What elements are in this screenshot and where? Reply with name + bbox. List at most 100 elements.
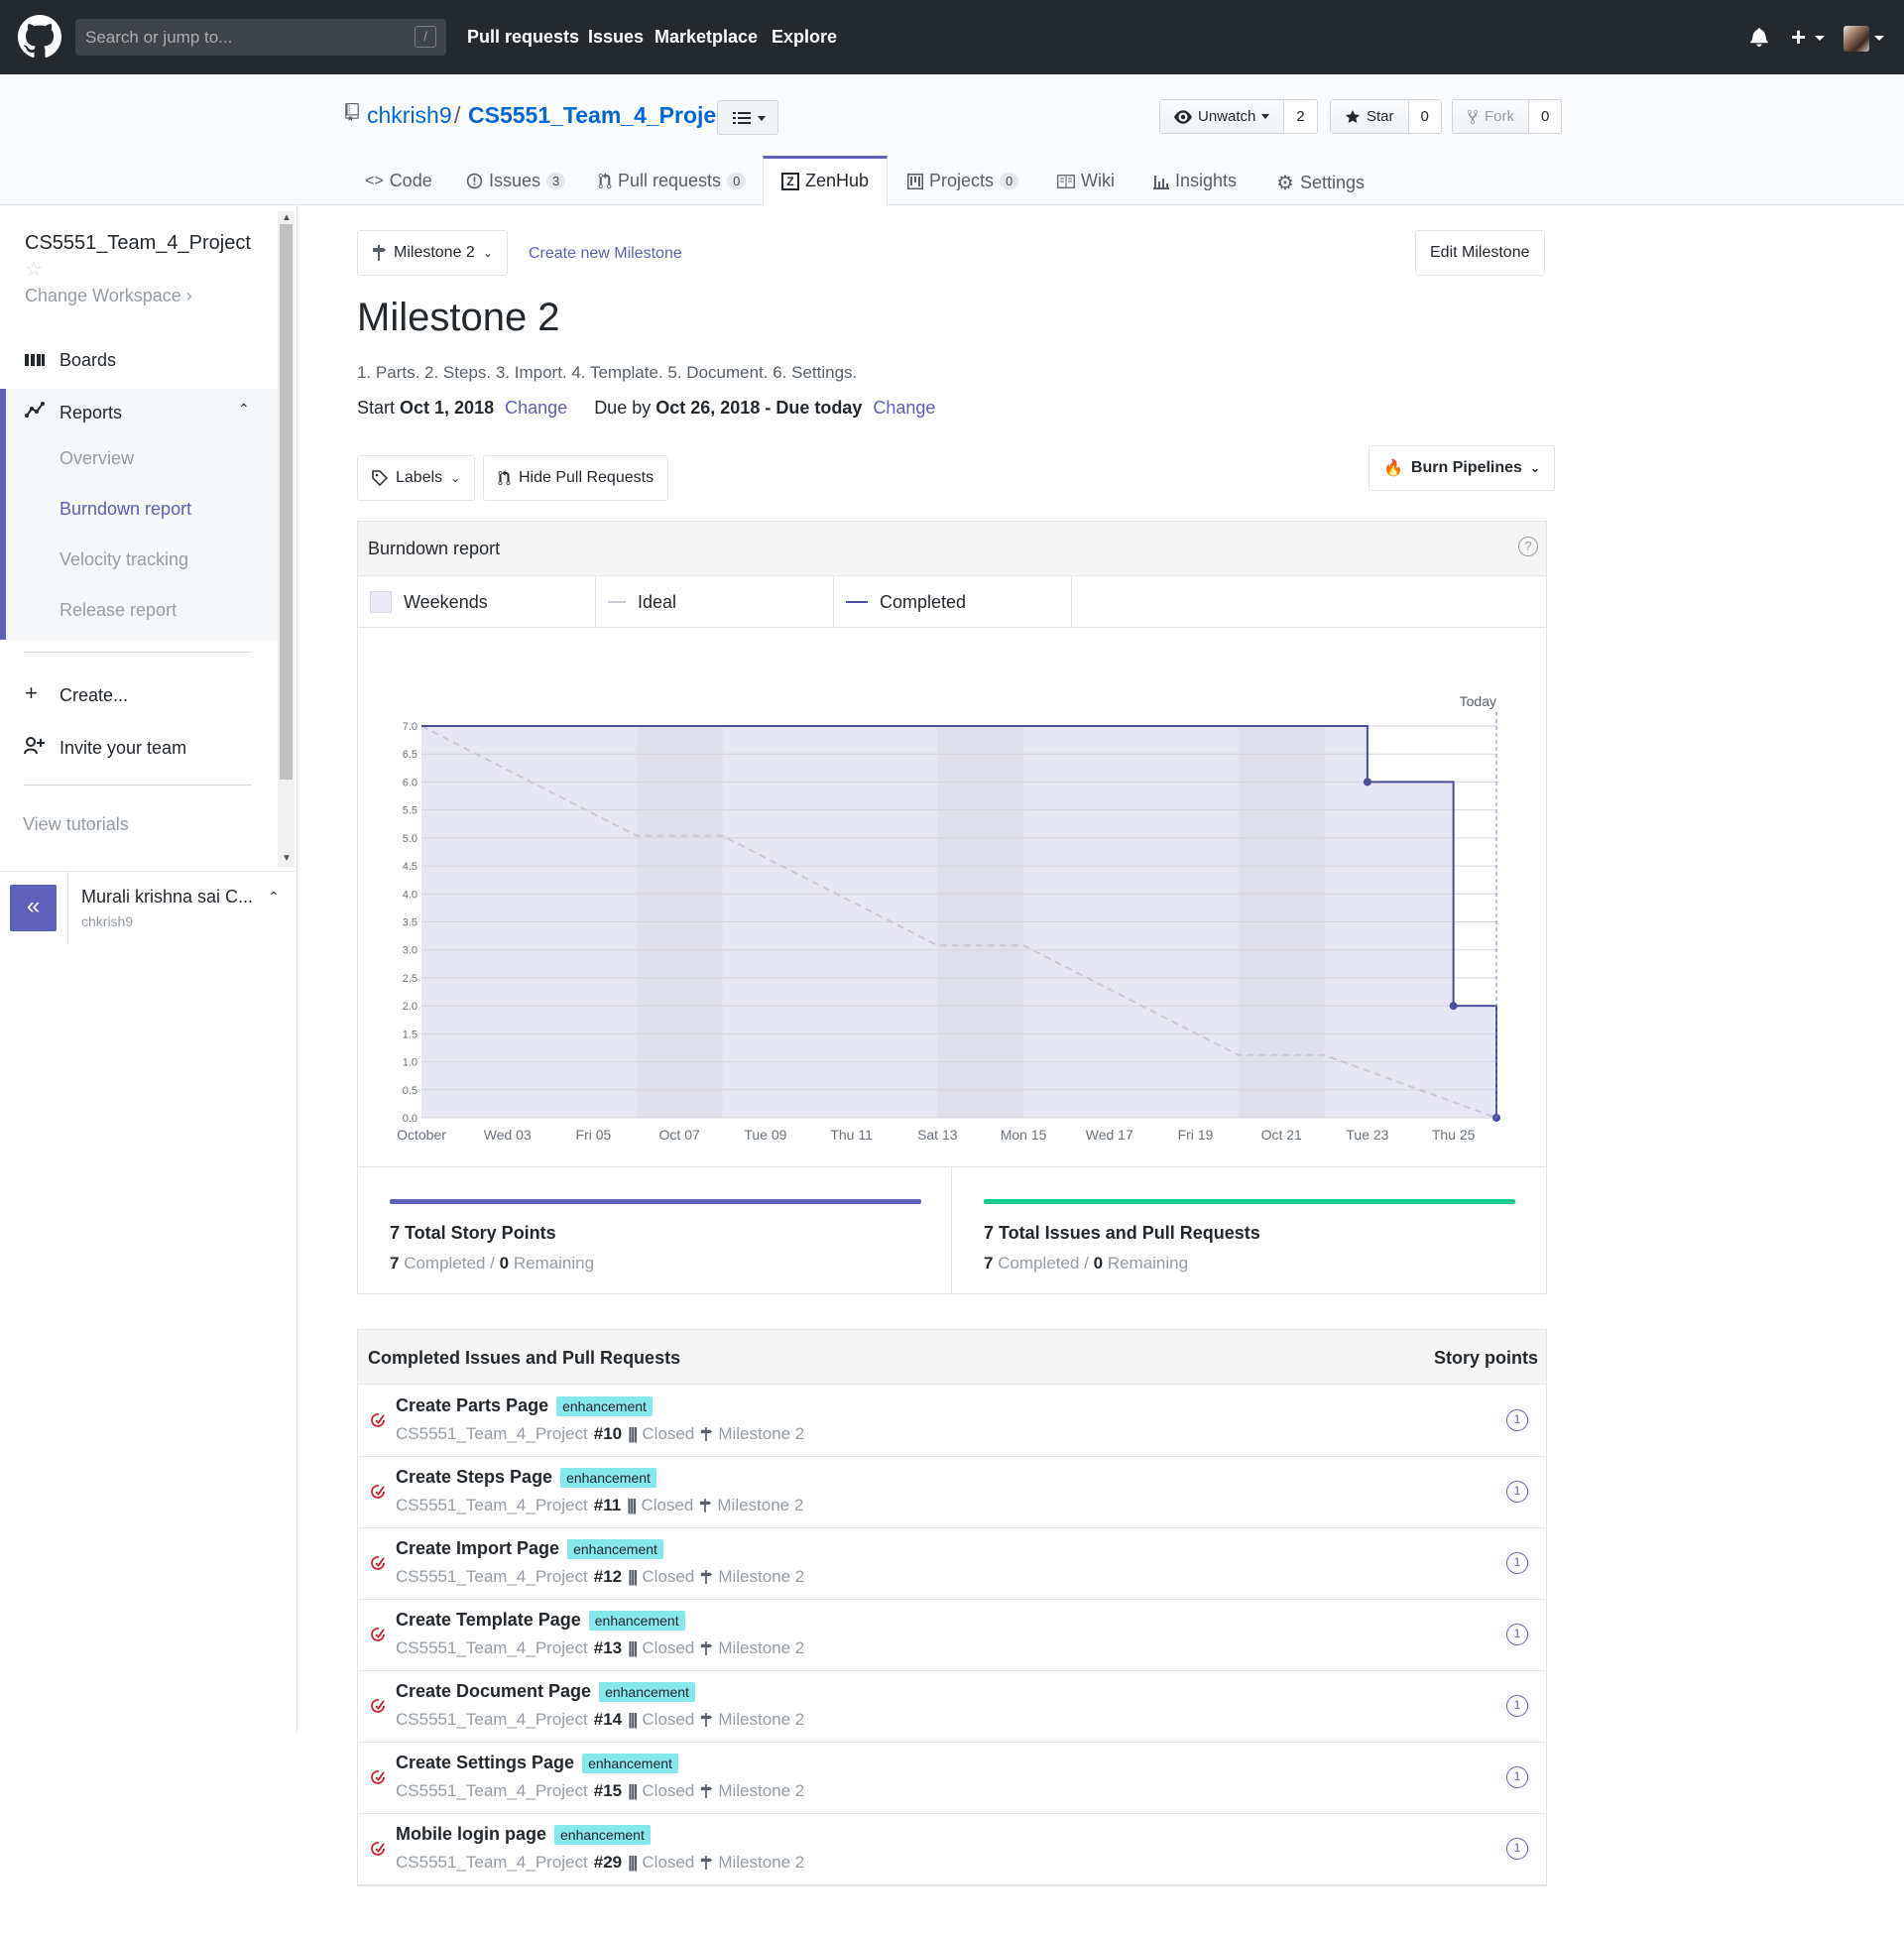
labels-filter-button[interactable]: Labels ⌄: [357, 455, 476, 501]
stars-count[interactable]: 0: [1409, 100, 1441, 133]
repo-name-link[interactable]: CS5551_Team_4_Project: [468, 102, 737, 129]
milestone-selector[interactable]: Milestone 2 ⌄: [357, 230, 508, 276]
issue-title[interactable]: Create Import Page enhancement: [396, 1538, 663, 1559]
create-new-milestone-link[interactable]: Create new Milestone: [529, 245, 682, 263]
tab-wiki[interactable]: Wiki: [1057, 171, 1115, 191]
issue-label-badge[interactable]: enhancement: [560, 1467, 656, 1488]
y-tick-label: 2.5: [403, 973, 417, 985]
fork-button[interactable]: Fork: [1453, 100, 1529, 133]
search-input[interactable]: Search or jump to... /: [75, 19, 446, 56]
story-points-estimate[interactable]: 1: [1506, 1624, 1528, 1645]
issue-title[interactable]: Create Parts Page enhancement: [396, 1395, 653, 1416]
table-row[interactable]: Create Steps Page enhancement CS5551_Team_…: [358, 1457, 1546, 1528]
sidebar-item-boards[interactable]: Boards: [60, 350, 116, 371]
caret-down-icon: [758, 116, 766, 121]
star-outline-icon[interactable]: ☆: [25, 257, 43, 282]
story-points-estimate[interactable]: 1: [1506, 1766, 1528, 1788]
scroll-up-arrow-icon[interactable]: ▲: [282, 212, 292, 223]
user-full-name[interactable]: Murali krishna sai C...: [81, 887, 253, 908]
issue-number[interactable]: #10: [594, 1424, 622, 1444]
story-points-estimate[interactable]: 1: [1506, 1695, 1528, 1717]
sidebar-item-velocity-tracking[interactable]: Velocity tracking: [60, 549, 188, 570]
issue-title[interactable]: Create Template Page enhancement: [396, 1610, 685, 1631]
tab-issues[interactable]: Issues 3: [466, 171, 566, 191]
chevron-up-icon[interactable]: ⌃: [268, 889, 280, 906]
story-points-estimate[interactable]: 1: [1506, 1481, 1528, 1503]
milestone-icon: [701, 1784, 713, 1798]
zenhub-menu-button[interactable]: [717, 100, 778, 135]
table-row[interactable]: Create Settings Page enhancement CS5551_Te…: [358, 1743, 1546, 1814]
legend-weekends[interactable]: Weekends: [358, 576, 596, 628]
tab-pull-requests[interactable]: Pull requests 0: [598, 171, 747, 191]
issue-number[interactable]: #13: [594, 1638, 622, 1658]
create-new-plus-icon[interactable]: +: [1791, 22, 1806, 53]
burn-pipelines-button[interactable]: 🔥 Burn Pipelines ⌄: [1368, 445, 1556, 491]
unwatch-button[interactable]: Unwatch: [1160, 100, 1285, 133]
table-row[interactable]: Mobile login page enhancement CS5551_Team_…: [358, 1814, 1546, 1885]
issue-title[interactable]: Create Settings Page enhancement: [396, 1753, 678, 1773]
issue-label-badge[interactable]: enhancement: [554, 1824, 651, 1845]
change-due-link[interactable]: Change: [873, 398, 935, 418]
issue-label-badge[interactable]: enhancement: [556, 1395, 653, 1416]
table-row[interactable]: Create Template Page enhancement CS5551_Te…: [358, 1600, 1546, 1671]
tab-zenhub[interactable]: Z ZenHub: [781, 171, 869, 191]
tab-code[interactable]: <> Code: [365, 171, 432, 191]
issue-number[interactable]: #14: [594, 1710, 622, 1730]
watchers-count[interactable]: 2: [1284, 100, 1316, 133]
nav-pull-requests[interactable]: Pull requests: [467, 27, 579, 48]
sidebar-scrollbar-thumb[interactable]: [280, 224, 293, 780]
milestone-dates: Start Oct 1, 2018 Change Due by Oct 26, …: [357, 398, 935, 419]
table-row[interactable]: Create Import Page enhancement CS5551_Team…: [358, 1528, 1546, 1600]
story-points-estimate[interactable]: 1: [1506, 1409, 1528, 1431]
github-logo-icon[interactable]: [18, 15, 61, 59]
sidebar-item-release-report[interactable]: Release report: [60, 600, 177, 621]
issue-number[interactable]: #12: [594, 1567, 622, 1587]
table-row[interactable]: Create Parts Page enhancement CS5551_Team_…: [358, 1386, 1546, 1457]
tab-insights[interactable]: Insights: [1153, 171, 1237, 191]
view-tutorials-link[interactable]: View tutorials: [23, 814, 129, 835]
forks-count[interactable]: 0: [1529, 100, 1561, 133]
chevron-up-icon[interactable]: ⌃: [238, 401, 250, 418]
issue-label-badge[interactable]: enhancement: [567, 1538, 663, 1559]
nav-marketplace[interactable]: Marketplace: [654, 27, 758, 48]
hide-pull-requests-button[interactable]: Hide Pull Requests: [483, 455, 669, 501]
story-points-estimate[interactable]: 1: [1506, 1838, 1528, 1860]
nav-issues[interactable]: Issues: [588, 27, 644, 48]
sidebar-item-invite-team[interactable]: Invite your team: [60, 738, 186, 759]
sidebar-item-burndown-report[interactable]: Burndown report: [60, 499, 191, 520]
issue-label-badge[interactable]: enhancement: [588, 1610, 685, 1631]
issue-title[interactable]: Create Document Page enhancement: [396, 1681, 695, 1702]
issue-label-badge[interactable]: enhancement: [582, 1753, 678, 1773]
repo-owner-link[interactable]: chkrish9: [367, 102, 452, 129]
sidebar-item-overview[interactable]: Overview: [60, 448, 134, 469]
tab-settings[interactable]: ⚙ Settings: [1276, 171, 1365, 195]
issue-number[interactable]: #11: [594, 1496, 621, 1515]
issue-number[interactable]: #29: [594, 1853, 622, 1873]
sidebar-item-create[interactable]: Create...: [60, 685, 128, 706]
pipeline-icon: |||: [627, 1496, 637, 1514]
completed-issues-title: Completed Issues and Pull Requests: [368, 1348, 681, 1368]
issue-closed-icon: [371, 1485, 385, 1499]
tab-projects[interactable]: Projects 0: [907, 171, 1019, 191]
legend-ideal[interactable]: Ideal: [596, 576, 834, 628]
change-start-link[interactable]: Change: [505, 398, 567, 418]
table-row[interactable]: Create Document Page enhancement CS5551_Te…: [358, 1671, 1546, 1743]
issue-label-badge[interactable]: enhancement: [599, 1681, 695, 1702]
help-question-icon[interactable]: ?: [1518, 537, 1538, 556]
issue-number[interactable]: #15: [594, 1781, 622, 1801]
change-workspace-link[interactable]: Change Workspace ›: [25, 286, 192, 306]
issue-title[interactable]: Create Steps Page enhancement: [396, 1467, 656, 1488]
edit-milestone-button[interactable]: Edit Milestone: [1415, 230, 1545, 276]
issue-status: Closed: [642, 1781, 695, 1800]
user-avatar[interactable]: [1844, 26, 1869, 52]
story-points-estimate[interactable]: 1: [1506, 1552, 1528, 1574]
collapse-sidebar-button[interactable]: «: [10, 885, 57, 931]
nav-explore[interactable]: Explore: [772, 27, 837, 48]
sidebar-item-reports[interactable]: Reports: [60, 403, 122, 424]
bell-icon[interactable]: [1750, 27, 1768, 47]
legend-completed[interactable]: Completed: [834, 576, 1072, 628]
issue-title[interactable]: Mobile login page enhancement: [396, 1824, 651, 1845]
star-button[interactable]: Star: [1331, 100, 1409, 133]
remaining-count: 0: [499, 1254, 510, 1272]
scroll-down-arrow-icon[interactable]: ▼: [282, 853, 292, 864]
